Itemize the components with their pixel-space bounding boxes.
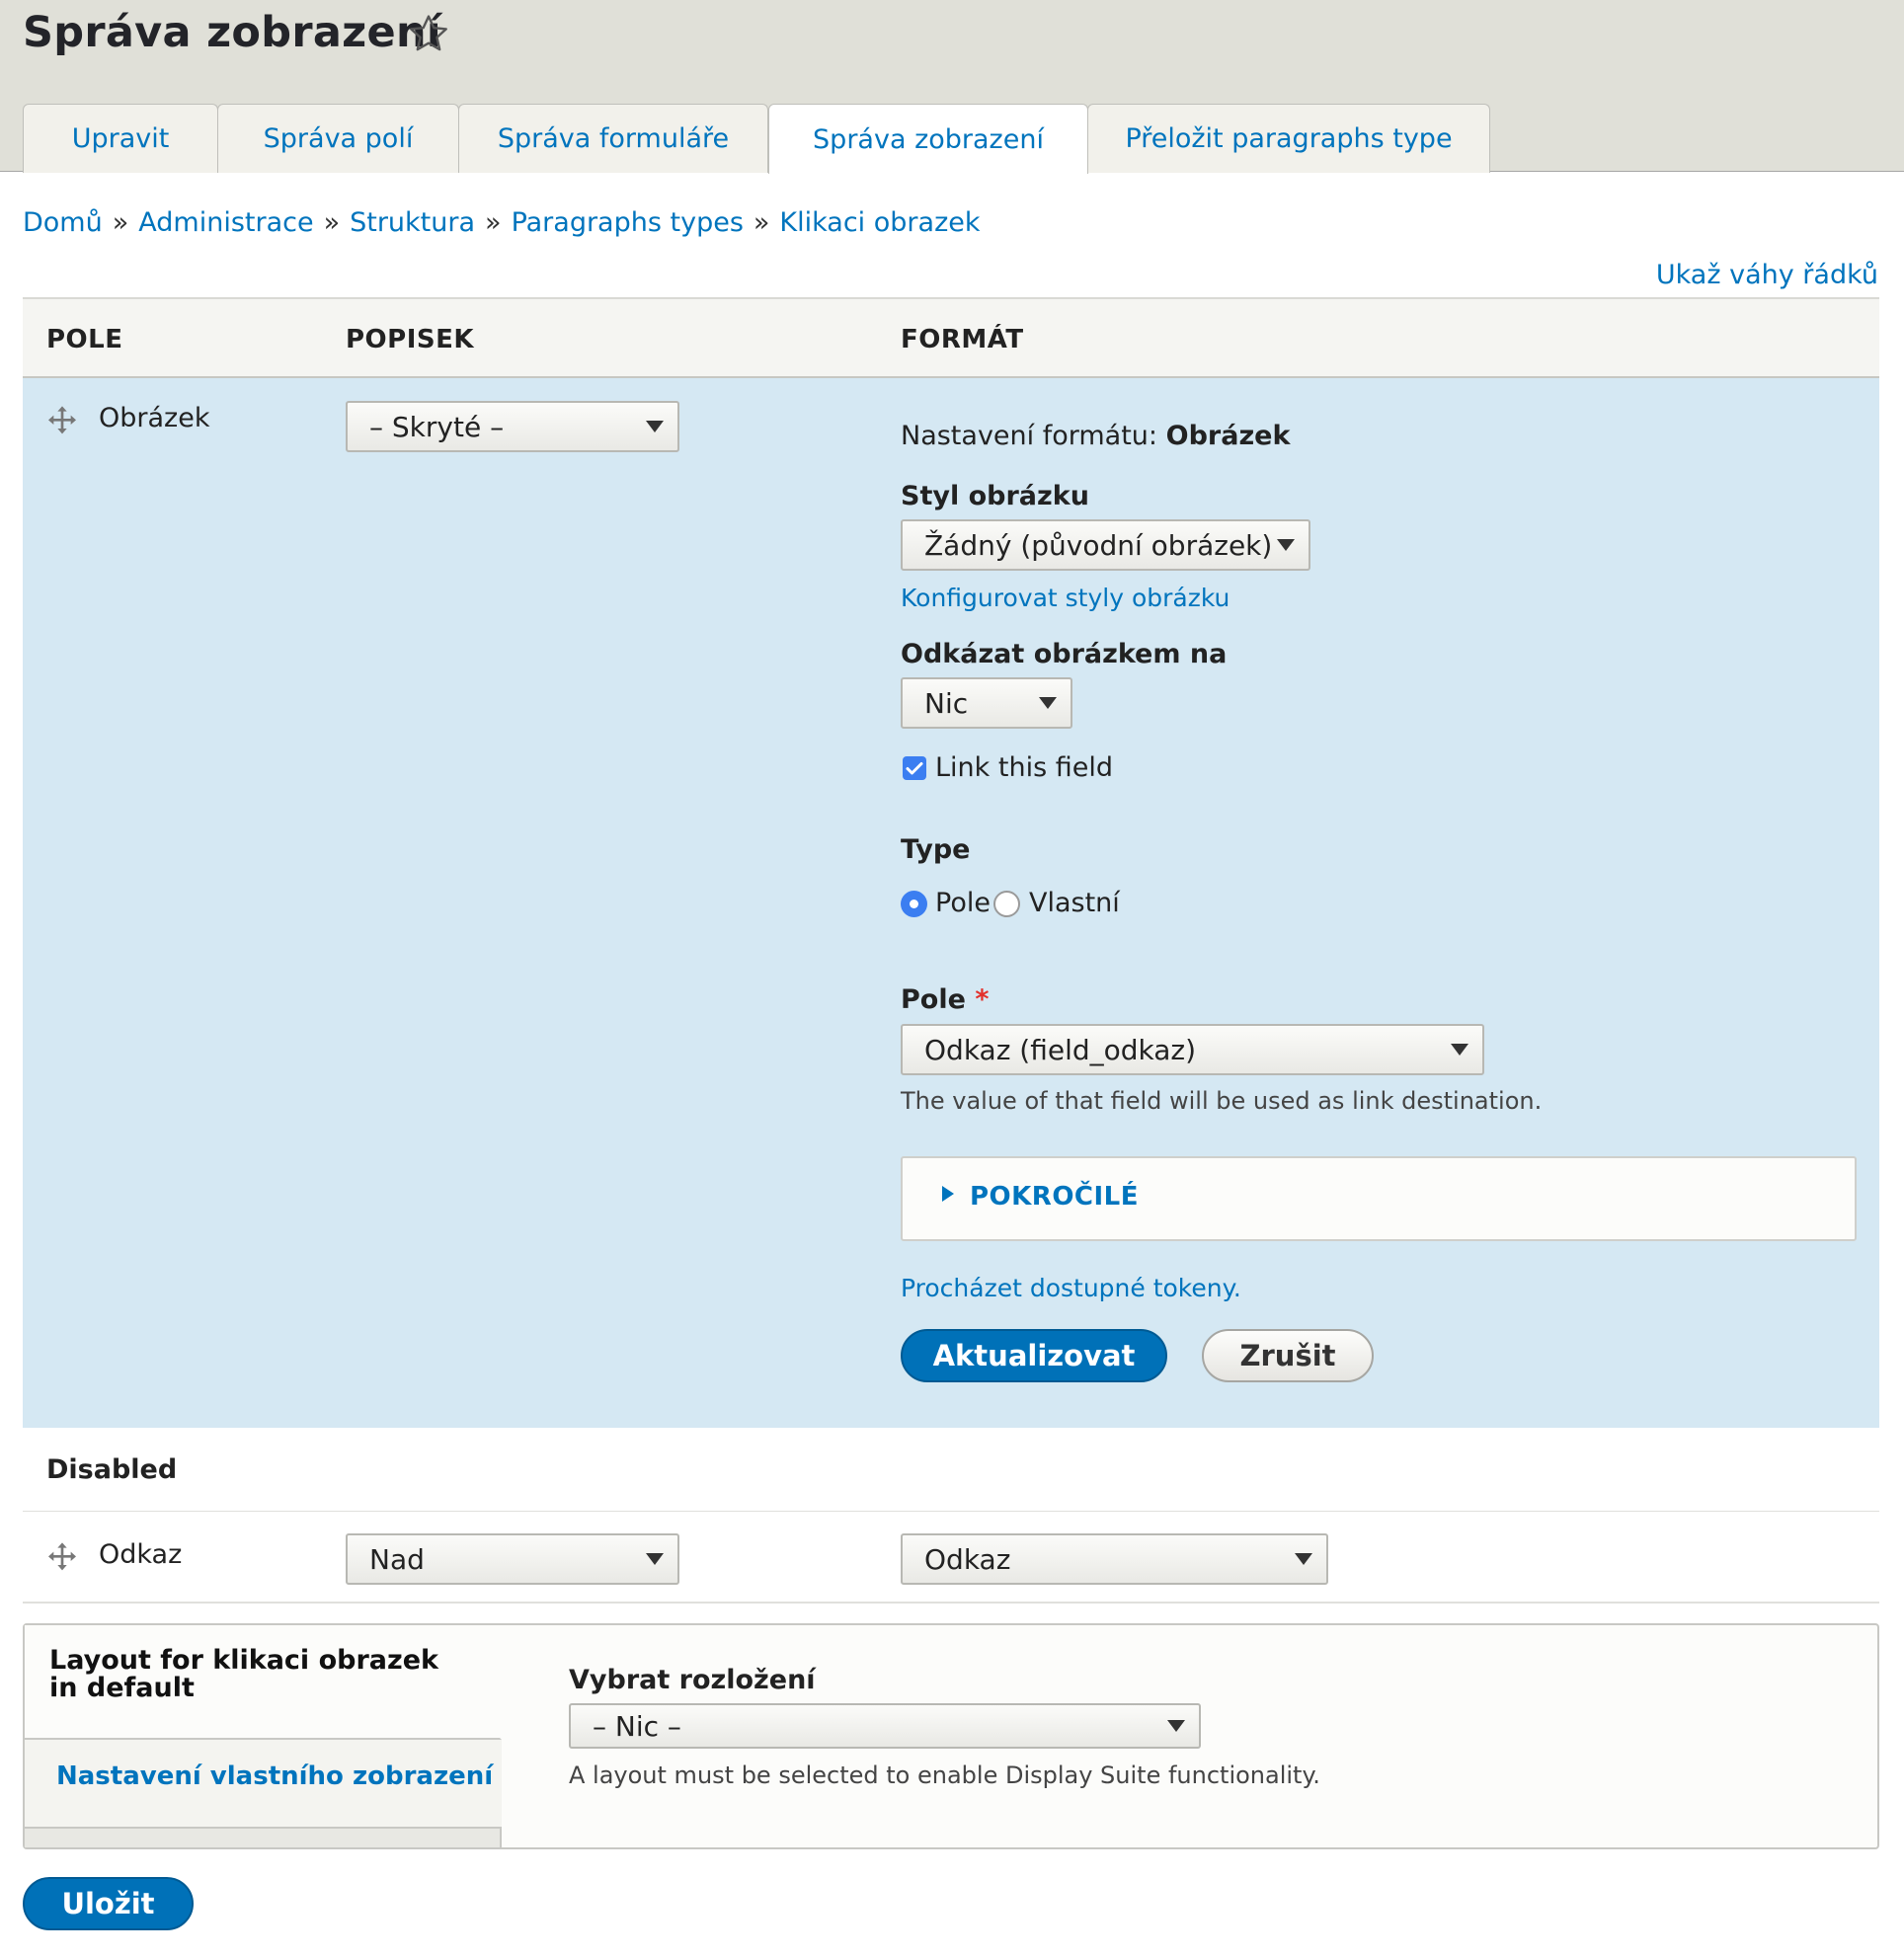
table-row-odkaz: Odkaz Nad Odkaz	[23, 1512, 1879, 1604]
column-header-format: FORMÁT	[901, 325, 1024, 354]
chevron-down-icon	[1167, 1720, 1185, 1732]
tab-label: Správa formuláře	[497, 123, 730, 154]
layout-settings-box: Layout for klikaci obrazek in default Na…	[23, 1623, 1879, 1849]
pole-description: The value of that field will be used as …	[901, 1087, 1543, 1115]
field-name: Obrázek	[99, 403, 210, 433]
tab-label: Upravit	[71, 123, 170, 154]
breadcrumb-struktura[interactable]: Struktura	[350, 207, 475, 238]
select-value: – Nic –	[593, 1709, 681, 1743]
vertical-tab-layout-label: Layout for klikaci obrazek in default	[49, 1645, 438, 1703]
link-field-checkbox[interactable]	[903, 756, 926, 780]
tab-label: Přeložit paragraphs type	[1125, 123, 1453, 154]
triangle-right-icon	[942, 1186, 954, 1202]
region-row-disabled: Disabled	[23, 1428, 1879, 1512]
breadcrumb-separator: »	[485, 207, 502, 238]
label-display-select[interactable]: – Skryté –	[346, 401, 679, 452]
tab-label: Správa zobrazení	[813, 123, 1044, 155]
move-arrows-icon[interactable]	[46, 1541, 78, 1573]
link-image-label: Odkázat obrázkem na	[901, 639, 1228, 669]
type-radio-vlastni[interactable]	[993, 891, 1020, 917]
type-option-vlastni[interactable]: Vlastní	[1029, 888, 1120, 918]
format-settings-prefix: Nastavení formátu:	[901, 421, 1158, 451]
show-row-weights-link[interactable]: Ukaž váhy řádků	[1656, 260, 1878, 290]
breadcrumb-paragraphs-types[interactable]: Paragraphs types	[512, 207, 744, 238]
format-settings-name: Obrázek	[1165, 421, 1291, 451]
tab-sprava-zobrazeni[interactable]: Správa zobrazení	[768, 104, 1088, 174]
format-select[interactable]: Odkaz	[901, 1533, 1328, 1585]
select-value: Žádný (původní obrázek)	[924, 528, 1273, 562]
select-value: Nic	[924, 686, 969, 720]
page-header: Správa zobrazení Upravit Správa polí Spr…	[0, 0, 1904, 174]
column-header-label: POPISEK	[346, 325, 475, 354]
breadcrumb: Domů » Administrace » Struktura » Paragraphs t…	[23, 207, 981, 238]
chevron-down-icon	[1451, 1044, 1468, 1056]
type-option-pole[interactable]: Pole	[935, 888, 991, 918]
breadcrumb-administrace[interactable]: Administrace	[138, 207, 313, 238]
breadcrumb-separator: »	[753, 207, 770, 238]
tab-label: Správa polí	[263, 123, 414, 154]
tab-prelozit[interactable]: Přeložit paragraphs type	[1087, 104, 1490, 173]
cancel-button[interactable]: Zrušit	[1202, 1329, 1374, 1382]
configure-image-styles-link[interactable]: Konfigurovat styly obrázku	[901, 584, 1230, 612]
fields-table: POLE POPISEK FORMÁT Obrázek – Skryté – N…	[23, 297, 1879, 1604]
chevron-down-icon	[1039, 697, 1057, 709]
star-icon[interactable]	[407, 12, 450, 55]
table-header: POLE POPISEK FORMÁT	[23, 297, 1879, 378]
vertical-tab-custom-label: Nastavení vlastního zobrazení	[56, 1761, 494, 1791]
advanced-details[interactable]: POKROČILÉ	[901, 1156, 1857, 1241]
column-header-field: POLE	[46, 325, 123, 354]
breadcrumb-home[interactable]: Domů	[23, 207, 103, 238]
pole-label-text: Pole	[901, 984, 966, 1015]
move-arrows-icon[interactable]	[46, 405, 78, 436]
pole-label: Pole *	[901, 984, 989, 1015]
select-value: – Skryté –	[369, 410, 505, 443]
vertical-tab-layout[interactable]: Layout for klikaci obrazek in default	[25, 1625, 502, 1740]
select-value: Odkaz (field_odkaz)	[924, 1033, 1197, 1066]
table-row-obrazek: Obrázek – Skryté – Nastavení formátu: Ob…	[23, 378, 1879, 1428]
region-title: Disabled	[46, 1454, 178, 1485]
breadcrumb-klikaci-obrazek[interactable]: Klikaci obrazek	[779, 207, 980, 238]
link-field-label[interactable]: Link this field	[935, 752, 1113, 783]
layout-select[interactable]: – Nic –	[569, 1703, 1201, 1749]
breadcrumb-separator: »	[323, 207, 341, 238]
type-label: Type	[901, 834, 971, 865]
image-style-select[interactable]: Žádný (původní obrázek)	[901, 519, 1310, 571]
required-marker: *	[975, 984, 990, 1015]
tab-sprava-poli[interactable]: Správa polí	[217, 104, 459, 173]
select-value: Odkaz	[924, 1542, 1011, 1576]
layout-select-label: Vybrat rozložení	[569, 1665, 816, 1695]
select-value: Nad	[369, 1542, 425, 1576]
chevron-down-icon	[1295, 1553, 1312, 1565]
vertical-tabs: Layout for klikaci obrazek in default Na…	[25, 1625, 502, 1847]
update-button[interactable]: Aktualizovat	[901, 1329, 1167, 1382]
breadcrumb-separator: »	[112, 207, 129, 238]
vertical-tab-custom-display[interactable]: Nastavení vlastního zobrazení	[25, 1740, 502, 1829]
checkmark-icon	[906, 762, 923, 775]
link-image-select[interactable]: Nic	[901, 677, 1072, 729]
type-radio-pole[interactable]	[901, 891, 927, 917]
pole-select[interactable]: Odkaz (field_odkaz)	[901, 1024, 1484, 1075]
tab-upravit[interactable]: Upravit	[23, 104, 218, 173]
save-button[interactable]: Uložit	[23, 1877, 194, 1930]
advanced-summary[interactable]: POKROČILÉ	[970, 1182, 1139, 1212]
tab-sprava-formulare[interactable]: Správa formuláře	[458, 104, 768, 173]
field-name: Odkaz	[99, 1539, 183, 1570]
chevron-down-icon	[646, 421, 664, 432]
chevron-down-icon	[646, 1553, 664, 1565]
browse-tokens-link[interactable]: Procházet dostupné tokeny.	[901, 1274, 1241, 1302]
label-display-select[interactable]: Nad	[346, 1533, 679, 1585]
chevron-down-icon	[1277, 539, 1295, 551]
image-style-label: Styl obrázku	[901, 481, 1089, 511]
format-settings-title: Nastavení formátu: Obrázek	[901, 421, 1290, 451]
layout-select-description: A layout must be selected to enable Disp…	[569, 1761, 1320, 1789]
page-title: Správa zobrazení	[23, 8, 441, 57]
